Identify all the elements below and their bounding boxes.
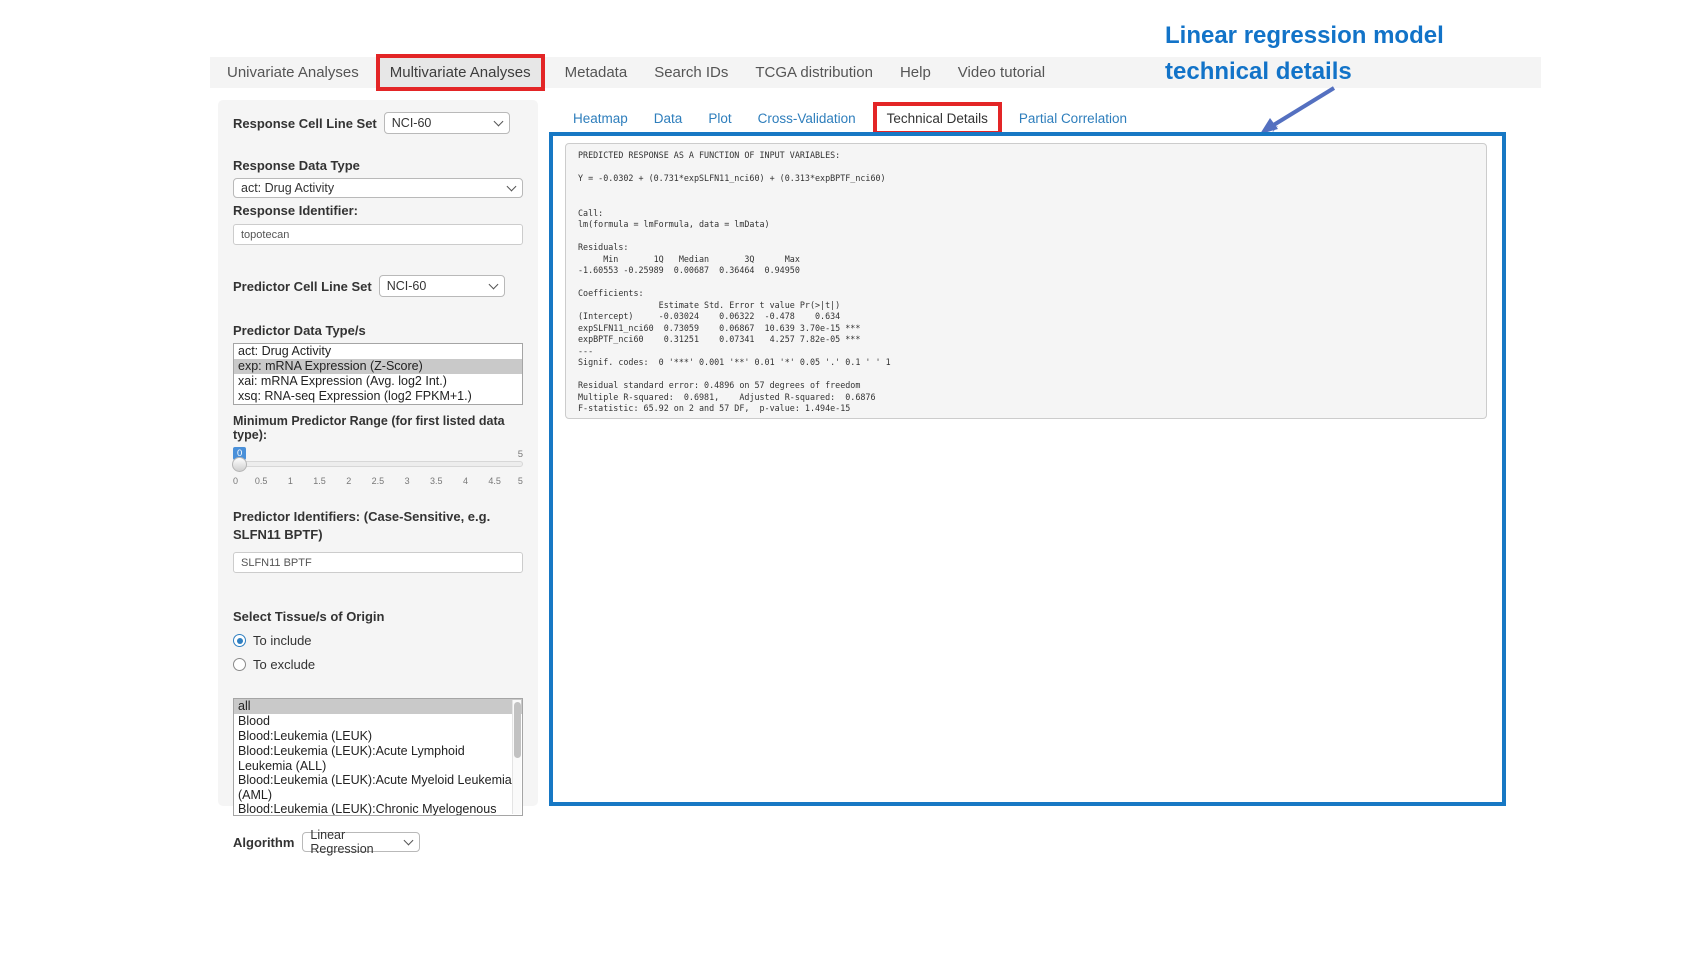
tick-label: 0.5 [252, 476, 270, 486]
radio-label: To exclude [253, 657, 315, 672]
chevron-down-icon [507, 181, 517, 191]
list-item[interactable]: Blood:Leukemia (LEUK):Acute Lymphoid Leu… [234, 744, 522, 773]
min-predictor-range-label: Minimum Predictor Range (for first liste… [233, 414, 523, 442]
nav-univariate-analyses[interactable]: Univariate Analyses [217, 64, 369, 81]
list-item[interactable]: Blood [234, 714, 522, 729]
tick-label: 2 [340, 476, 358, 486]
chevron-down-icon [488, 279, 498, 289]
algorithm-label: Algorithm [233, 835, 294, 850]
tissue-origin-label: Select Tissue/s of Origin [233, 609, 523, 624]
scrollbar-thumb[interactable] [514, 702, 521, 758]
tab-technical-details[interactable]: Technical Details [873, 102, 1002, 135]
list-item[interactable]: xai: mRNA Expression (Avg. log2 Int.) [234, 374, 522, 389]
tick-label: 4.5 [486, 476, 504, 486]
response-data-type-value: act: Drug Activity [241, 181, 334, 195]
predictor-identifiers-label: Predictor Identifiers: (Case-Sensitive, … [233, 508, 523, 544]
tick-label: 3.5 [427, 476, 445, 486]
radio-to-include[interactable]: To include [233, 633, 523, 648]
slider-handle[interactable] [232, 457, 247, 472]
regression-output: PREDICTED RESPONSE AS A FUNCTION OF INPU… [565, 143, 1487, 419]
slider-track[interactable] [233, 461, 523, 467]
predictor-data-types-label: Predictor Data Type/s [233, 323, 523, 338]
list-item[interactable]: Blood:Leukemia (LEUK) [234, 729, 522, 744]
list-item[interactable]: all [234, 699, 522, 714]
tissue-origin-listbox: all Blood Blood:Leukemia (LEUK) Blood:Le… [233, 698, 523, 816]
list-item[interactable]: Blood:Leukemia (LEUK):Acute Myeloid Leuk… [234, 773, 522, 802]
radio-button-icon[interactable] [233, 658, 246, 671]
tick-label: 1.5 [311, 476, 329, 486]
radio-button-icon[interactable] [233, 634, 246, 647]
list-item[interactable]: xsq: RNA-seq Expression (log2 FPKM+1.) [234, 389, 522, 404]
predictor-cell-line-set-select[interactable]: NCI-60 [379, 275, 505, 297]
nav-search-ids[interactable]: Search IDs [644, 64, 738, 81]
list-item[interactable]: act: Drug Activity [234, 344, 522, 359]
predictor-data-types-listbox: act: Drug Activity exp: mRNA Expression … [233, 343, 523, 405]
nav-tcga-distribution[interactable]: TCGA distribution [745, 64, 883, 81]
response-identifier-label: Response Identifier: [233, 203, 523, 218]
radio-label: To include [253, 633, 312, 648]
tick-label: 1 [281, 476, 299, 486]
nav-video-tutorial[interactable]: Video tutorial [948, 64, 1055, 81]
radio-to-exclude[interactable]: To exclude [233, 657, 523, 672]
predictor-cell-line-set-value: NCI-60 [387, 279, 427, 293]
tick-label: 4 [457, 476, 475, 486]
response-identifier-input[interactable] [233, 224, 523, 245]
predictor-identifiers-input[interactable] [233, 552, 523, 573]
chevron-down-icon [493, 116, 503, 126]
response-cell-line-set-label: Response Cell Line Set [233, 116, 377, 131]
tick-label: 3 [398, 476, 416, 486]
tick-label: 5 [515, 476, 523, 486]
list-item[interactable]: exp: mRNA Expression (Z-Score) [234, 359, 522, 374]
tab-plot[interactable]: Plot [695, 111, 744, 126]
nav-metadata[interactable]: Metadata [555, 64, 638, 81]
response-data-type-label: Response Data Type [233, 158, 523, 173]
tick-label: 0 [233, 476, 241, 486]
tab-partial-correlation[interactable]: Partial Correlation [1006, 111, 1140, 126]
algorithm-select[interactable]: Linear Regression [302, 832, 420, 852]
response-cell-line-set-value: NCI-60 [392, 116, 432, 130]
slider-tick-labels: 0 0.5 1 1.5 2 2.5 3 3.5 4 4.5 5 [233, 476, 523, 486]
algorithm-value: Linear Regression [310, 828, 405, 856]
result-tabbar: Heatmap Data Plot Cross-Validation Techn… [560, 103, 1140, 134]
scrollbar[interactable] [512, 700, 521, 814]
min-predictor-range-slider: 0 5 0 0.5 1 1.5 2 2.5 3 3.5 4 4.5 5 [233, 447, 523, 486]
control-sidebar: Response Cell Line Set NCI-60 Response D… [218, 100, 538, 806]
list-item[interactable]: Blood:Leukemia (LEUK):Chronic Myelogenou… [234, 802, 522, 816]
technical-details-panel: PREDICTED RESPONSE AS A FUNCTION OF INPU… [549, 132, 1506, 806]
tab-data[interactable]: Data [641, 111, 696, 126]
chevron-down-icon [404, 835, 414, 845]
slider-max-label: 5 [518, 449, 523, 460]
response-data-type-select[interactable]: act: Drug Activity [233, 178, 523, 198]
response-cell-line-set-select[interactable]: NCI-60 [384, 112, 510, 134]
tab-heatmap[interactable]: Heatmap [560, 111, 641, 126]
predictor-cell-line-set-label: Predictor Cell Line Set [233, 279, 372, 294]
tab-cross-validation[interactable]: Cross-Validation [745, 111, 869, 126]
annotation-text: Linear regression model technical detail… [1165, 18, 1495, 89]
nav-help[interactable]: Help [890, 64, 941, 81]
tick-label: 2.5 [369, 476, 387, 486]
nav-multivariate-analyses[interactable]: Multivariate Analyses [376, 54, 545, 91]
